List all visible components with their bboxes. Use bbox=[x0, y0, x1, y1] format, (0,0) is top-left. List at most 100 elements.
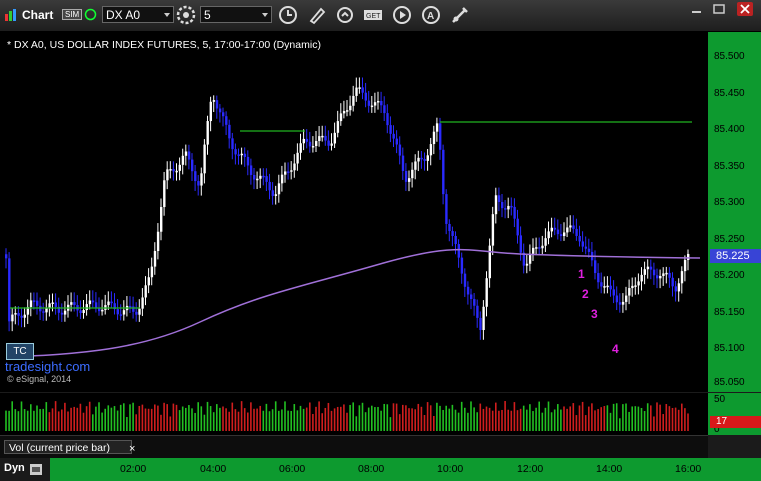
symbol-input[interactable]: DX A0 bbox=[102, 6, 174, 23]
volume-axis[interactable]: 50 0 bbox=[708, 393, 761, 435]
candle-body bbox=[91, 300, 95, 303]
volume-bar bbox=[212, 412, 215, 431]
volume-bar bbox=[203, 414, 206, 431]
candle-body bbox=[240, 153, 243, 156]
symbol-value: DX A0 bbox=[106, 8, 141, 22]
close-icon[interactable]: × bbox=[129, 442, 135, 456]
volume-bar bbox=[634, 406, 637, 431]
candle-body bbox=[29, 300, 33, 308]
candle-body bbox=[411, 169, 414, 179]
volume-chart-canvas bbox=[5, 401, 689, 431]
volume-bar bbox=[240, 401, 243, 431]
volume-bar bbox=[631, 406, 633, 431]
volume-bar bbox=[26, 410, 29, 431]
volume-bar bbox=[104, 408, 106, 431]
volume-bar bbox=[216, 404, 218, 431]
candle-body bbox=[20, 315, 23, 318]
volume-bar bbox=[250, 402, 252, 431]
candle-body bbox=[680, 271, 684, 284]
volume-bar bbox=[107, 405, 110, 431]
dynamic-toggle[interactable]: Dyn bbox=[0, 458, 50, 481]
volume-bar bbox=[172, 403, 175, 431]
wave-label: 2 bbox=[582, 287, 589, 301]
candle-body bbox=[280, 174, 284, 184]
volume-chart[interactable] bbox=[0, 393, 708, 435]
candle-body bbox=[420, 157, 423, 160]
volume-bar bbox=[569, 406, 571, 431]
volume-bar bbox=[386, 404, 389, 431]
candle-body bbox=[606, 285, 609, 288]
volume-bar bbox=[684, 408, 686, 431]
clock-icon[interactable] bbox=[277, 4, 299, 26]
volume-bar bbox=[324, 407, 327, 431]
candle-body bbox=[497, 195, 501, 202]
candle-body bbox=[532, 247, 535, 254]
interval-input[interactable]: 5 bbox=[200, 6, 272, 23]
price-axis[interactable]: 85.500 85.450 85.400 85.350 85.300 85.25… bbox=[708, 32, 761, 392]
candle-body bbox=[671, 277, 674, 287]
price-label: 85.200 bbox=[714, 270, 745, 281]
connection-status-icon bbox=[84, 8, 97, 21]
volume-bar bbox=[138, 405, 141, 431]
volume-bar bbox=[321, 413, 323, 431]
candle-body bbox=[535, 247, 538, 249]
candle-body bbox=[634, 285, 637, 287]
print-icon[interactable] bbox=[29, 463, 43, 476]
alert-icon[interactable]: A bbox=[420, 4, 442, 26]
candle-body bbox=[383, 105, 386, 114]
candle-body bbox=[367, 100, 371, 106]
get-icon[interactable]: GET bbox=[362, 4, 384, 26]
candle-body bbox=[445, 194, 448, 224]
volume-bar bbox=[495, 402, 497, 431]
play-icon[interactable] bbox=[391, 4, 413, 26]
volume-bar bbox=[681, 403, 683, 431]
candle-body bbox=[144, 285, 147, 298]
candle-body bbox=[203, 144, 206, 174]
volume-bar bbox=[637, 406, 640, 431]
minimize-icon[interactable] bbox=[689, 2, 705, 16]
volume-bar bbox=[274, 401, 277, 431]
volume-bar bbox=[405, 405, 407, 431]
volume-bar bbox=[674, 407, 677, 431]
close-icon[interactable] bbox=[737, 2, 753, 16]
volume-bar bbox=[358, 405, 361, 431]
volume-bar bbox=[643, 411, 646, 431]
time-label: 10:00 bbox=[437, 463, 464, 475]
pencil-icon[interactable] bbox=[306, 4, 328, 26]
candle-body bbox=[659, 275, 662, 279]
candle-body bbox=[160, 207, 163, 232]
candle-body bbox=[463, 273, 467, 287]
candle-body bbox=[172, 169, 175, 172]
settings-icon[interactable] bbox=[449, 4, 471, 26]
volume-bar bbox=[498, 410, 500, 431]
volume-bar bbox=[594, 410, 596, 431]
candle-body bbox=[581, 241, 584, 247]
volume-bar bbox=[54, 401, 57, 431]
candle-body bbox=[587, 248, 591, 252]
volume-bar bbox=[361, 402, 364, 431]
volume-bar bbox=[95, 406, 97, 431]
candle-body bbox=[603, 286, 606, 288]
candle-body bbox=[597, 273, 600, 283]
volume-study-label[interactable]: Vol (current price bar) × bbox=[4, 440, 135, 456]
volume-bar bbox=[281, 409, 283, 431]
volume-bar bbox=[547, 401, 550, 431]
volume-bar bbox=[209, 406, 212, 431]
candle-body bbox=[116, 309, 119, 315]
maximize-icon[interactable] bbox=[711, 2, 727, 16]
candle-body bbox=[488, 245, 491, 279]
volume-bar bbox=[535, 407, 537, 431]
candle-body bbox=[147, 277, 150, 286]
gear-icon[interactable] bbox=[175, 4, 197, 26]
volume-bar bbox=[225, 408, 227, 431]
price-chart[interactable] bbox=[0, 32, 708, 392]
volume-bar bbox=[457, 412, 460, 431]
time-axis[interactable]: 02:00 04:00 06:00 08:00 10:00 12:00 14:0… bbox=[0, 458, 761, 481]
candle-body bbox=[256, 178, 259, 181]
refresh-icon[interactable] bbox=[334, 4, 356, 26]
candle-body bbox=[454, 235, 457, 245]
tc-icon[interactable]: TC bbox=[6, 343, 34, 360]
wave-label: 1 bbox=[578, 267, 585, 281]
candle-body bbox=[439, 123, 442, 150]
candle-body bbox=[389, 125, 392, 134]
